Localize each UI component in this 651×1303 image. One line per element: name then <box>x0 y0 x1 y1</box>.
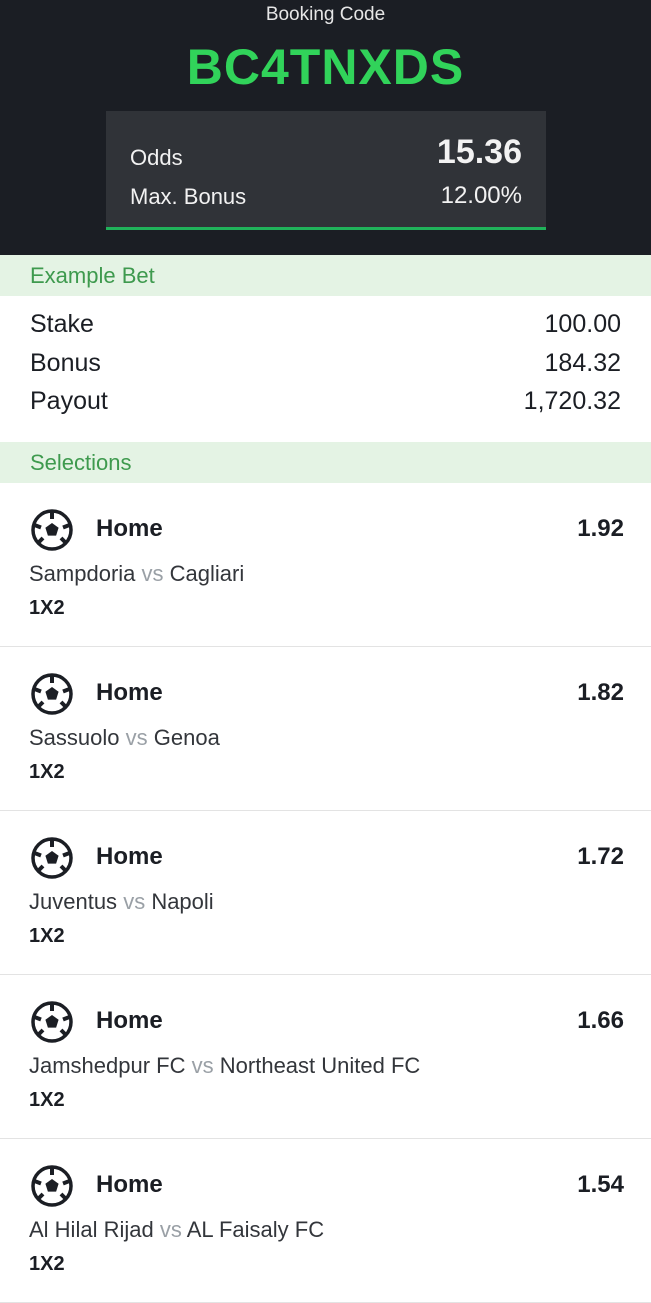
total-odds-label: Odds <box>130 145 183 170</box>
selection-market: 1X2 <box>29 925 65 947</box>
selection-match: Sassuolo vs Genoa <box>29 725 220 751</box>
max-bonus-value: 12.00% <box>440 182 522 209</box>
selection-match: Juventus vs Napoli <box>29 889 214 915</box>
selections-list: Home 1.92 Sampdoria vs Cagliari 1X2 Home… <box>0 483 651 1303</box>
selection-market: 1X2 <box>29 1253 65 1275</box>
selection-pick: Home <box>96 515 163 542</box>
vs-separator: vs <box>159 1217 182 1242</box>
selections-heading: Selections <box>0 442 651 483</box>
total-odds-value: 15.36 <box>436 133 522 171</box>
selection-pick: Home <box>96 843 163 870</box>
away-team: AL Faisaly FC <box>186 1217 325 1242</box>
payout-value: 1,720.32 <box>523 387 621 415</box>
away-team: Northeast United FC <box>219 1053 421 1078</box>
home-team: Al Hilal Rijad <box>29 1217 154 1242</box>
away-team: Napoli <box>151 889 214 914</box>
selection-item[interactable]: Home 1.82 Sassuolo vs Genoa 1X2 <box>0 647 651 811</box>
selection-match: Al Hilal Rijad vs AL Faisaly FC <box>29 1217 324 1243</box>
selection-market: 1X2 <box>29 597 65 619</box>
home-team: Sassuolo <box>29 725 120 750</box>
max-bonus-label: Max. Bonus <box>130 184 247 209</box>
selection-item[interactable]: Home 1.66 Jamshedpur FC vs Northeast Uni… <box>0 975 651 1139</box>
selection-odds: 1.66 <box>577 1007 624 1034</box>
selection-odds: 1.72 <box>577 843 624 870</box>
selection-odds: 1.82 <box>577 679 624 706</box>
vs-separator: vs <box>191 1053 214 1078</box>
selection-item[interactable]: Home 1.92 Sampdoria vs Cagliari 1X2 <box>0 483 651 647</box>
stake-row: Stake 100.00 <box>30 310 621 348</box>
vs-separator: vs <box>141 561 164 586</box>
vs-separator: vs <box>123 889 146 914</box>
payout-row: Payout 1,720.32 <box>30 387 621 425</box>
selection-match: Sampdoria vs Cagliari <box>29 561 244 587</box>
booking-code-label: Booking Code <box>265 4 386 25</box>
booking-code[interactable]: BC4TNXDS <box>0 38 651 96</box>
stake-label: Stake <box>30 310 94 338</box>
bonus-value: 184.32 <box>544 349 621 377</box>
selection-match: Jamshedpur FC vs Northeast United FC <box>29 1053 420 1079</box>
away-team: Cagliari <box>169 561 245 586</box>
selection-market: 1X2 <box>29 1089 65 1111</box>
selection-market: 1X2 <box>29 761 65 783</box>
selection-pick: Home <box>96 679 163 706</box>
home-team: Sampdoria <box>29 561 136 586</box>
selection-item[interactable]: Home 1.72 Juventus vs Napoli 1X2 <box>0 811 651 975</box>
home-team: Jamshedpur FC <box>29 1053 186 1078</box>
booking-header: Booking Code BC4TNXDS Odds 15.36 Max. Bo… <box>0 0 651 255</box>
selection-pick: Home <box>96 1171 163 1198</box>
soccer-ball-icon <box>31 673 73 715</box>
bonus-label: Bonus <box>30 349 101 377</box>
soccer-ball-icon <box>31 837 73 879</box>
odds-summary-box: Odds 15.36 Max. Bonus 12.00% <box>106 111 546 230</box>
vs-separator: vs <box>125 725 148 750</box>
example-bet-heading: Example Bet <box>0 255 651 296</box>
soccer-ball-icon <box>31 1001 73 1043</box>
stake-value: 100.00 <box>544 310 621 338</box>
selection-pick: Home <box>96 1007 163 1034</box>
bonus-row: Bonus 184.32 <box>30 349 621 387</box>
soccer-ball-icon <box>31 1165 73 1207</box>
payout-label: Payout <box>30 387 108 415</box>
home-team: Juventus <box>29 889 118 914</box>
selection-odds: 1.92 <box>577 515 624 542</box>
selection-odds: 1.54 <box>577 1171 624 1198</box>
soccer-ball-icon <box>31 509 73 551</box>
away-team: Genoa <box>153 725 220 750</box>
selection-item[interactable]: Home 1.54 Al Hilal Rijad vs AL Faisaly F… <box>0 1139 651 1303</box>
example-bet-panel: Stake 100.00 Bonus 184.32 Payout 1,720.3… <box>0 296 651 442</box>
